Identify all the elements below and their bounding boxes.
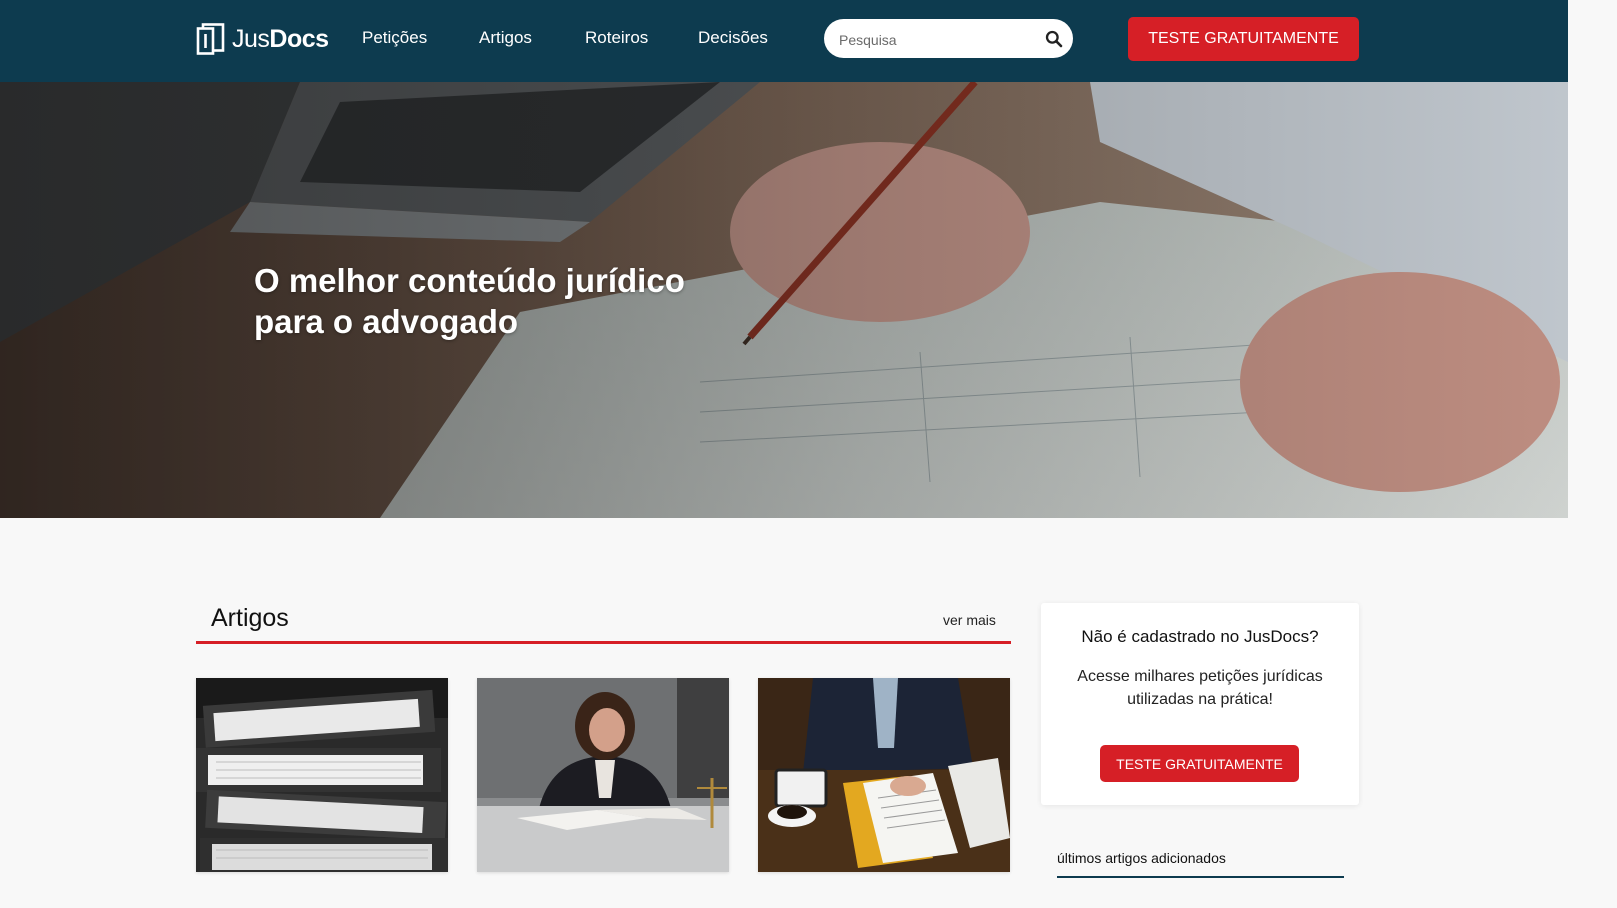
articles-section-title: Artigos [211, 604, 289, 632]
free-trial-button[interactable]: TESTE GRATUITAMENTE [1128, 17, 1359, 61]
latest-articles-divider [1057, 876, 1344, 878]
search-input[interactable] [837, 19, 1041, 60]
logo-text-bold: Docs [269, 24, 329, 53]
top-header: JusDocs Petições Artigos Roteiros Decisõ… [0, 0, 1568, 82]
lawyer-reviewing-papers-photo [758, 678, 1010, 872]
section-divider [196, 641, 1011, 644]
nav-artigos[interactable]: Artigos [479, 28, 532, 48]
jusdocs-logo[interactable]: JusDocs [196, 22, 329, 56]
nav-roteiros[interactable]: Roteiros [585, 28, 648, 48]
see-more-link[interactable]: ver mais [943, 612, 996, 628]
search-box [824, 19, 1073, 60]
latest-articles-title: últimos artigos adicionados [1057, 850, 1226, 866]
search-icon[interactable] [1045, 30, 1063, 48]
hero-banner: O melhor conteúdo jurídico para o advoga… [0, 82, 1568, 518]
logo-text-light: Jus [232, 24, 270, 53]
logo-text: JusDocs [232, 25, 329, 54]
signup-title: Não é cadastrado no JusDocs? [1081, 627, 1319, 646]
free-trial-sidebar-button[interactable]: TESTE GRATUITAMENTE [1100, 745, 1299, 782]
signup-description: Acesse milhares petições jurídicas utili… [1077, 668, 1323, 708]
nav-peticoes[interactable]: Petições [362, 28, 427, 48]
logo-icon [196, 23, 225, 55]
article-card[interactable] [477, 678, 729, 872]
woman-studying-documents-photo [477, 678, 729, 872]
article-card[interactable] [196, 678, 448, 872]
stacked-binders-photo [196, 678, 448, 872]
hero-title: O melhor conteúdo jurídico para o advoga… [254, 262, 685, 340]
nav-decisoes[interactable]: Decisões [698, 28, 768, 48]
hero-background-photo [0, 82, 1568, 518]
article-card[interactable] [758, 678, 1010, 872]
signup-promo-box: Não é cadastrado no JusDocs? Acesse milh… [1041, 603, 1359, 805]
